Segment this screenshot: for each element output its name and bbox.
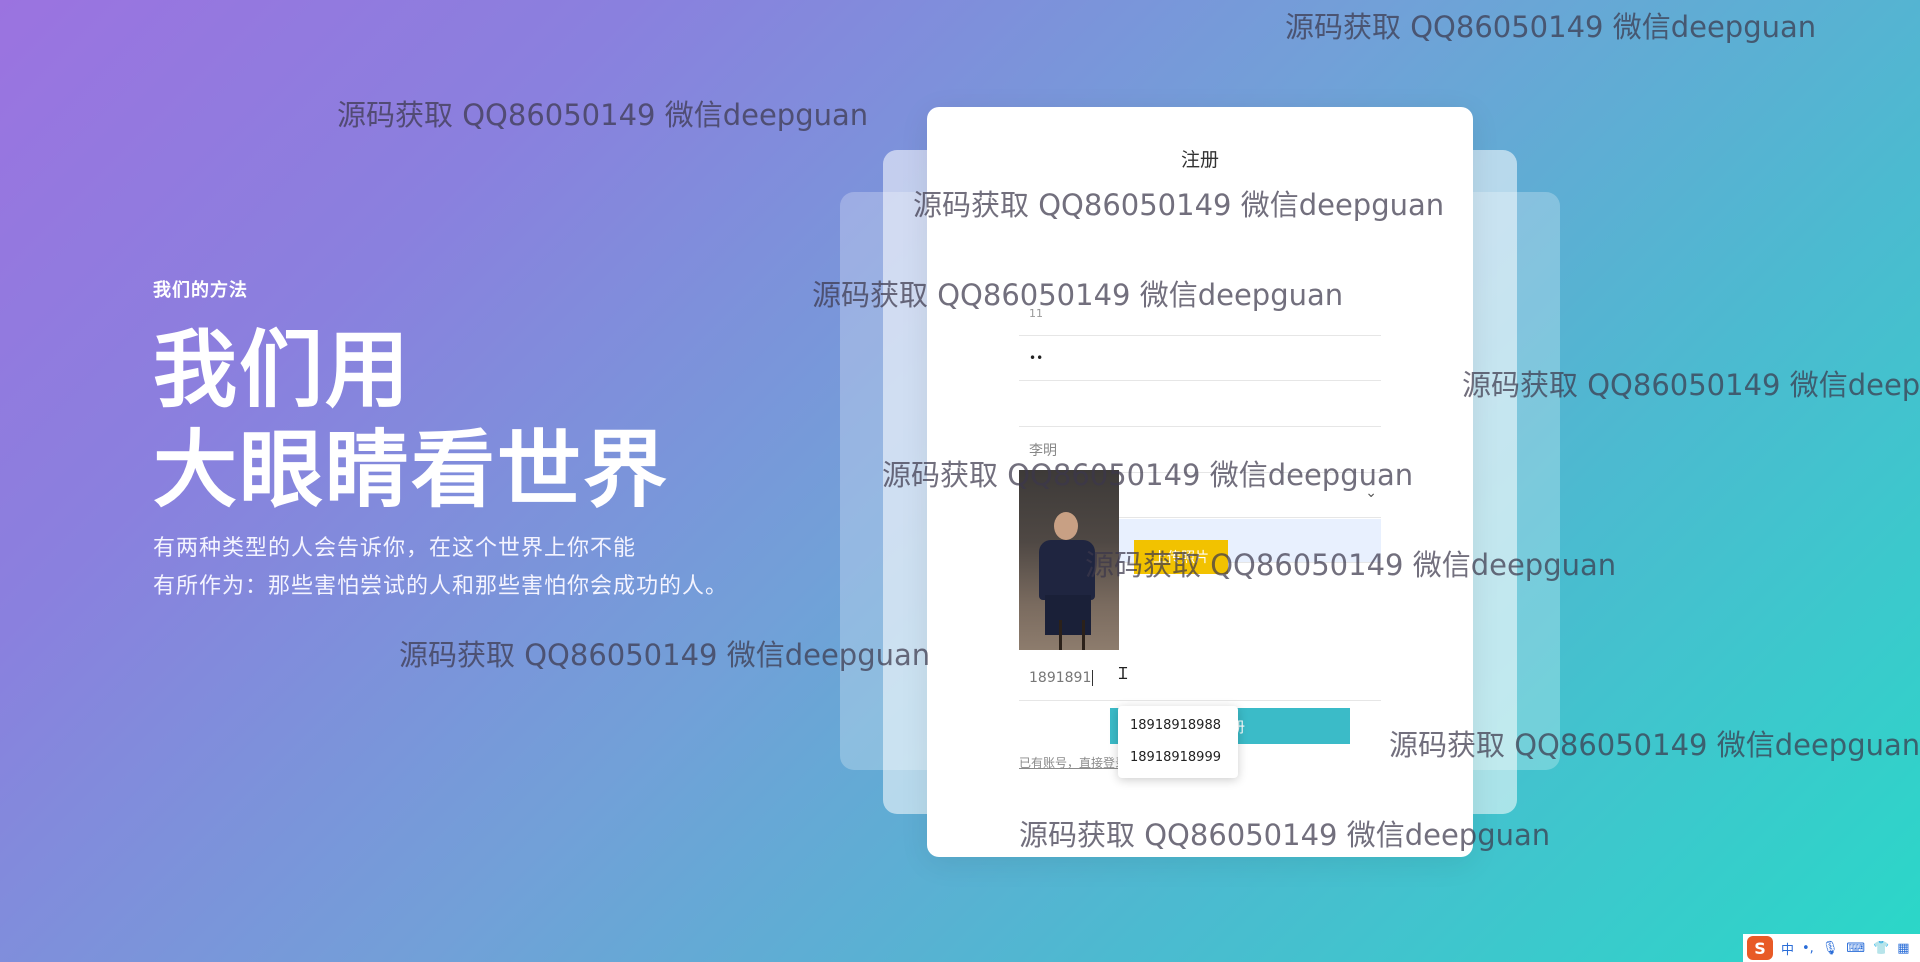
field-1[interactable]: 11 [1019, 291, 1381, 336]
confirm-password-field[interactable] [1019, 382, 1381, 427]
hero-headline-line2: 大眼睛看世界 [153, 421, 670, 519]
skin-icon[interactable]: 👕 [1873, 941, 1889, 956]
hero-desc-line1: 有两种类型的人会告诉你，在这个世界上你不能 [153, 536, 637, 561]
phone-input[interactable]: 1891891 [1019, 655, 1381, 701]
watermark: 源码获取 QQ86050149 微信deepguan [337, 98, 869, 132]
phone-value: 1891891 [1029, 669, 1092, 686]
password-value: •• [1029, 351, 1044, 365]
text-caret [1092, 669, 1094, 686]
ibeam-cursor-icon: Ｉ [1115, 664, 1132, 683]
register-title: 注册 [1180, 149, 1219, 171]
autocomplete-dropdown: 18918918988 18918918999 [1118, 706, 1238, 778]
hero-desc-line2: 有所作为：那些害怕尝试的人和那些害怕你会成功的人。 [153, 574, 729, 599]
ime-punctuation[interactable]: •, [1802, 941, 1814, 956]
autocomplete-option[interactable]: 18918918988 [1118, 710, 1238, 742]
grid-icon[interactable]: ▦ [1897, 941, 1909, 956]
hero-headline: 我们用 大眼睛看世界 [153, 320, 728, 520]
chevron-down-icon: ⌄ [1365, 485, 1377, 501]
hero-eyebrow: 我们的方法 [153, 280, 248, 301]
ime-language[interactable]: 中 [1781, 939, 1794, 958]
password-field[interactable]: •• [1019, 336, 1381, 381]
autocomplete-option[interactable]: 18918918999 [1118, 742, 1238, 774]
register-card: 注册 11 •• 李明 男 ⌄ 40 上传照片 1891891 [927, 107, 1473, 857]
hero-headline-line1: 我们用 [153, 321, 412, 419]
hero-description: 有两种类型的人会告诉你，在这个世界上你不能 有所作为：那些害怕尝试的人和那些害怕… [153, 530, 728, 606]
avatar-photo [1019, 470, 1119, 650]
photo-stool [1059, 620, 1085, 650]
name-placeholder: 李明 [1029, 443, 1057, 459]
name-field[interactable]: 李明 [1019, 428, 1381, 473]
sogou-logo-icon[interactable]: S [1747, 936, 1773, 960]
field-1-value: 11 [1029, 306, 1043, 320]
upload-photo-button[interactable]: 上传照片 [1134, 540, 1228, 574]
keyboard-icon[interactable]: ⌨ [1846, 941, 1865, 956]
photo-body [1039, 540, 1095, 600]
microphone-icon[interactable]: 🎙 [1822, 941, 1839, 956]
hero-section: 我们的方法 我们用 大眼睛看世界 有两种类型的人会告诉你，在这个世界上你不能 有… [153, 276, 728, 606]
page-background: 我们的方法 我们用 大眼睛看世界 有两种类型的人会告诉你，在这个世界上你不能 有… [0, 0, 1920, 962]
watermark: 源码获取 QQ86050149 微信deepguan [1285, 10, 1817, 44]
login-link[interactable]: 已有账号，直接登录 [1019, 754, 1127, 771]
photo-head [1054, 512, 1078, 540]
ime-toolbar: S 中 •, 🎙 ⌨ 👕 ▦ [1743, 934, 1920, 962]
